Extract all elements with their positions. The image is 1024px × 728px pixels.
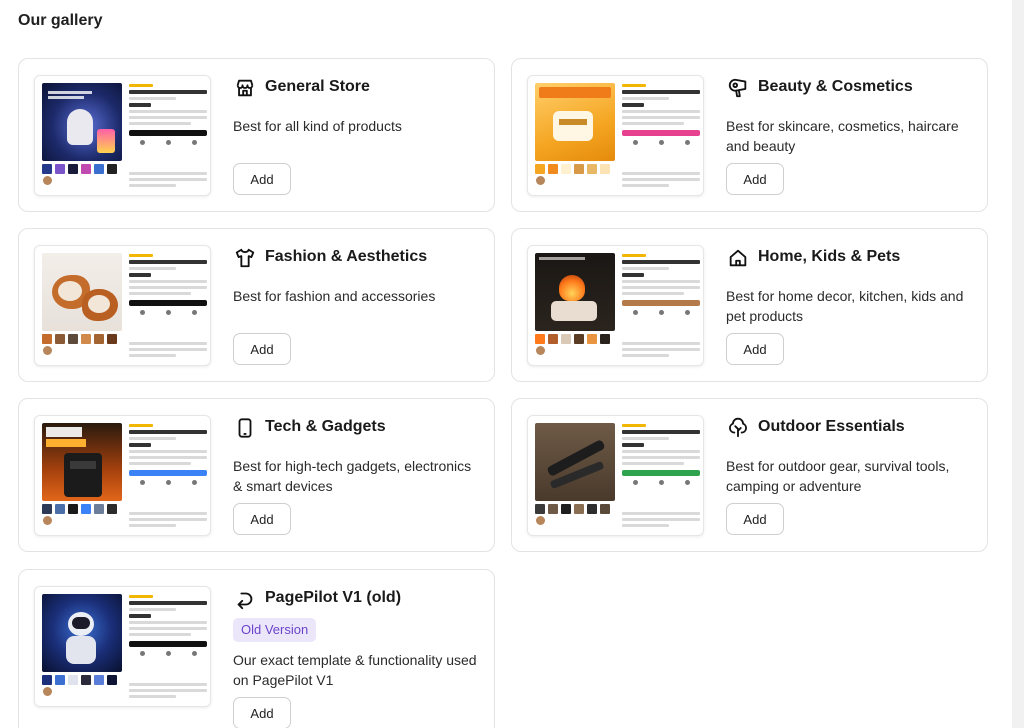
card-title: Fashion & Aesthetics xyxy=(265,248,428,265)
template-card-fashion-aesthetics: Fashion & Aesthetics Best for fashion an… xyxy=(18,228,495,382)
card-description: Our exact template & functionality used … xyxy=(233,652,477,688)
template-card-home-kids-pets: Home, Kids & Pets Best for home decor, k… xyxy=(511,228,988,382)
scrollbar[interactable] xyxy=(1012,0,1024,728)
template-preview-image xyxy=(34,75,211,196)
add-button[interactable]: Add xyxy=(233,697,291,728)
card-description: Best for all kind of products xyxy=(233,118,402,134)
card-description: Best for outdoor gear, survival tools, c… xyxy=(726,458,950,494)
home-icon xyxy=(729,249,747,267)
add-button[interactable]: Add xyxy=(726,333,784,365)
template-preview-image xyxy=(34,586,211,707)
card-description: Best for fashion and accessories xyxy=(233,288,436,304)
add-button[interactable]: Add xyxy=(233,503,291,535)
card-title: Home, Kids & Pets xyxy=(758,248,901,265)
card-title: Outdoor Essentials xyxy=(758,418,905,435)
old-version-badge: Old Version xyxy=(233,618,317,642)
card-title: Tech & Gadgets xyxy=(265,418,386,435)
card-description: Best for high-tech gadgets, electronics … xyxy=(233,458,472,494)
card-description: Best for skincare, cosmetics, haircare a… xyxy=(726,118,959,154)
undo-arrow-icon xyxy=(237,592,253,610)
card-title: PagePilot V1 (old) xyxy=(265,589,402,606)
template-preview-image xyxy=(527,415,704,536)
template-card-general-store: General Store Best for all kind of produ… xyxy=(18,58,495,212)
page-title: Our gallery xyxy=(18,12,103,29)
template-card-outdoor-essentials: Outdoor Essentials Best for outdoor gear… xyxy=(511,398,988,552)
tree-icon xyxy=(729,417,747,438)
shirt-icon xyxy=(235,248,255,268)
phone-icon xyxy=(238,418,252,438)
card-title: General Store xyxy=(265,78,370,95)
add-button[interactable]: Add xyxy=(233,333,291,365)
template-preview-image xyxy=(527,245,704,366)
template-card-tech-gadgets: Tech & Gadgets Best for high-tech gadget… xyxy=(18,398,495,552)
add-button[interactable]: Add xyxy=(726,503,784,535)
template-preview-image xyxy=(34,245,211,366)
add-button[interactable]: Add xyxy=(726,163,784,195)
template-preview-image xyxy=(34,415,211,536)
template-card-pagepilot-v1: PagePilot V1 (old) Old Version Our exact… xyxy=(18,569,495,728)
card-description: Best for home decor, kitchen, kids and p… xyxy=(726,288,964,324)
card-title: Beauty & Cosmetics xyxy=(758,78,913,95)
template-preview-image xyxy=(527,75,704,196)
hair-dryer-icon xyxy=(728,78,747,98)
store-icon xyxy=(236,79,254,97)
template-card-beauty-cosmetics: Beauty & Cosmetics Best for skincare, co… xyxy=(511,58,988,212)
add-button[interactable]: Add xyxy=(233,163,291,195)
